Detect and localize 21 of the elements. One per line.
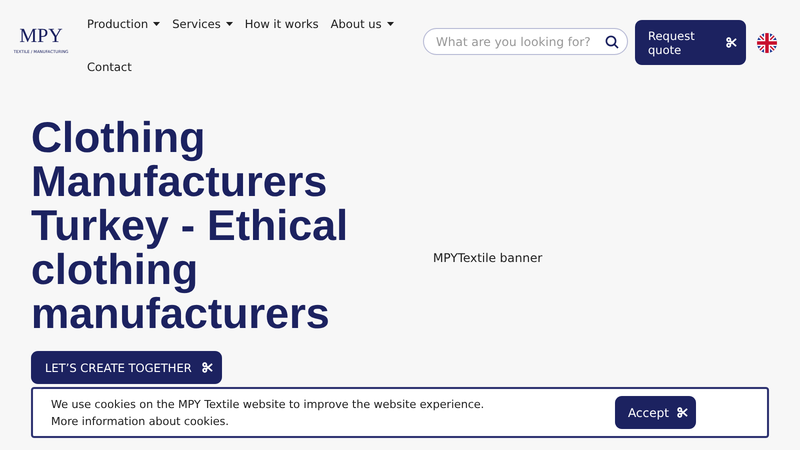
scissors-icon xyxy=(676,407,688,418)
cta-button[interactable]: LET’S CREATE TOGETHER xyxy=(31,351,222,384)
nav-link[interactable]: Contact xyxy=(81,53,138,80)
accept-button[interactable]: Accept xyxy=(615,396,696,429)
flag-icon[interactable] xyxy=(757,33,777,53)
search-icon xyxy=(605,34,619,48)
scissors-icon xyxy=(202,362,213,373)
nav-link[interactable]: About us xyxy=(324,10,400,37)
caret-icon xyxy=(153,22,160,26)
request-quote-button[interactable]: Request quote xyxy=(635,20,746,65)
nav-link[interactable]: How it works xyxy=(238,10,325,37)
nav-link[interactable]: Production xyxy=(81,10,166,37)
banner-alt-text: MPYTextile banner xyxy=(433,251,542,265)
caret-icon xyxy=(386,22,394,26)
caret-icon xyxy=(226,22,233,26)
logo-mark: MPY xyxy=(19,26,63,46)
nav-link[interactable]: Services xyxy=(166,10,239,37)
scissors-icon xyxy=(726,37,737,48)
cookie-text: We use cookies on the MPY Textile website to improve the website experience. More information about cookies. xyxy=(51,396,486,430)
search-field[interactable]: What are you looking for? xyxy=(423,28,628,55)
hero-title: Clothing Manufacturers Turkey - Ethical clothing manufacturers xyxy=(31,116,350,336)
